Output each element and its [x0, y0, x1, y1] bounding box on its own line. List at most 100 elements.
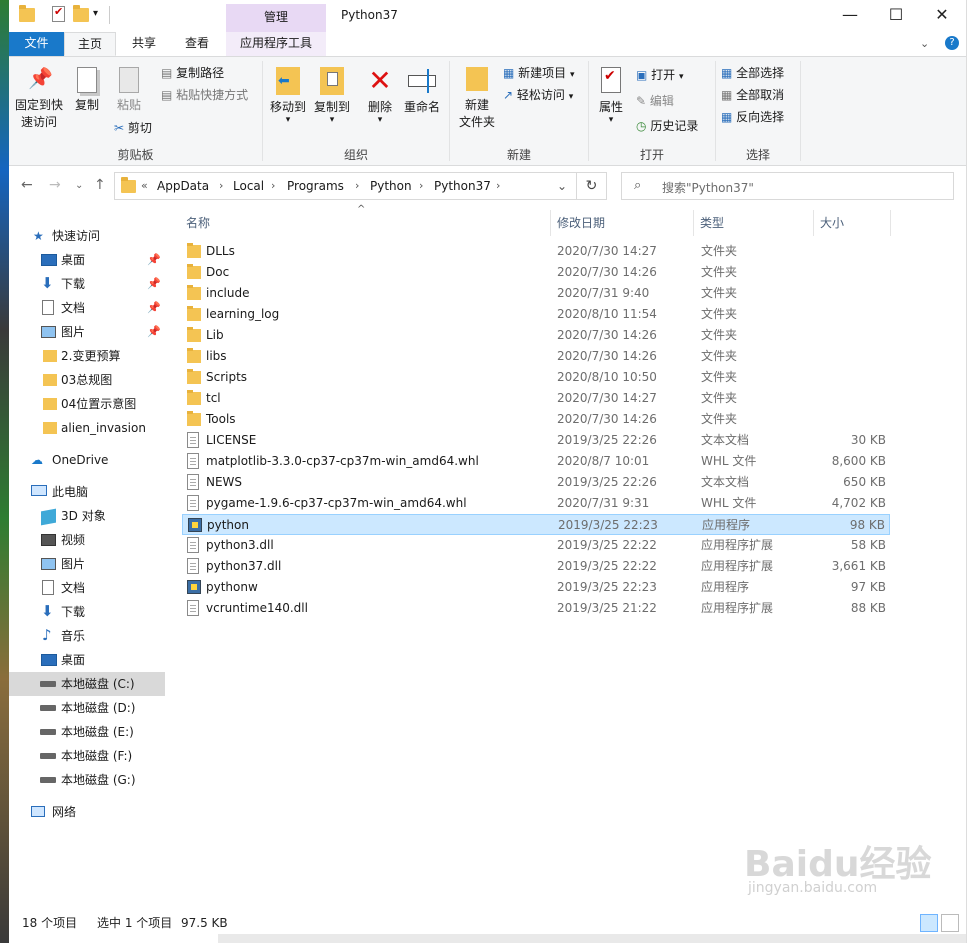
nav-pc-item[interactable]: 文档	[9, 576, 165, 600]
nav-quick-item[interactable]: 04位置示意图	[9, 392, 165, 416]
nav-pc-item[interactable]: ♪ 音乐	[9, 624, 165, 648]
nav-pc-item[interactable]: 本地磁盘 (C:)	[9, 672, 165, 696]
breadcrumb-programs[interactable]: Programs	[287, 179, 344, 193]
table-row[interactable]: include 2020/7/31 9:40 文件夹	[182, 283, 890, 304]
ribbon-collapse-icon[interactable]: ⌄	[920, 37, 929, 50]
paste-shortcut-button[interactable]: ▤ 粘贴快捷方式	[161, 87, 248, 103]
back-arrow-icon[interactable]: ←	[21, 177, 33, 193]
breadcrumb-separator-icon[interactable]: ›	[271, 179, 275, 192]
nav-pc-item[interactable]: 桌面	[9, 648, 165, 672]
column-header-size[interactable]: 大小	[820, 208, 844, 238]
table-row[interactable]: pythonw 2019/3/25 22:23 应用程序 97 KB	[182, 577, 890, 598]
tab-share[interactable]: 共享	[119, 32, 169, 56]
table-row[interactable]: python 2019/3/25 22:23 应用程序 98 KB	[182, 514, 890, 535]
nav-pc-item[interactable]: 3D 对象	[9, 504, 165, 528]
easy-access-button[interactable]: ↗ 轻松访问 ▾	[503, 87, 573, 105]
horizontal-scrollbar[interactable]	[218, 934, 966, 943]
breadcrumb-appdata[interactable]: AppData	[157, 179, 209, 193]
pin-icon[interactable]: 📌	[147, 248, 161, 272]
table-row[interactable]: DLLs 2020/7/30 14:27 文件夹	[182, 241, 890, 262]
tab-view[interactable]: 查看	[172, 32, 222, 56]
address-overflow[interactable]: «	[141, 179, 148, 192]
nav-quick-access[interactable]: ★ 快速访问	[9, 224, 165, 248]
nav-pc-item[interactable]: 图片	[9, 552, 165, 576]
breadcrumb-python[interactable]: Python	[370, 179, 412, 193]
maximize-button[interactable]: ☐	[873, 0, 919, 32]
column-divider[interactable]	[890, 210, 891, 236]
nav-onedrive[interactable]: ☁ OneDrive	[9, 448, 165, 472]
pin-icon[interactable]: 📌	[147, 296, 161, 320]
edit-button[interactable]: ✎ 编辑	[636, 93, 674, 109]
invert-selection-button[interactable]: ▦ 反向选择	[721, 109, 784, 125]
close-button[interactable]: ✕	[919, 0, 965, 32]
paste-button[interactable]: 粘贴	[111, 67, 147, 114]
tab-home[interactable]: 主页	[64, 32, 116, 56]
delete-button[interactable]: ✕ 删除 ▾	[363, 67, 397, 125]
new-folder-quick-icon[interactable]	[73, 5, 89, 22]
search-input[interactable]: ⌕ 搜索"Python37"	[621, 172, 954, 200]
cut-button[interactable]: ✂ 剪切	[114, 120, 152, 136]
table-row[interactable]: Lib 2020/7/30 14:26 文件夹	[182, 325, 890, 346]
column-divider[interactable]	[693, 210, 694, 236]
history-button[interactable]: ◷ 历史记录	[636, 118, 698, 134]
nav-quick-item[interactable]: 文档 📌	[9, 296, 165, 320]
nav-quick-item[interactable]: 03总规图	[9, 368, 165, 392]
copy-button[interactable]: 复制	[69, 67, 105, 114]
table-row[interactable]: matplotlib-3.3.0-cp37-cp37m-win_amd64.wh…	[182, 451, 890, 472]
nav-this-pc[interactable]: 此电脑	[9, 480, 165, 504]
new-folder-button[interactable]: 新建 文件夹	[453, 67, 501, 131]
breadcrumb-separator-icon[interactable]: ›	[419, 179, 423, 192]
rename-button[interactable]: 重命名	[401, 67, 443, 116]
column-header-type[interactable]: 类型	[700, 208, 724, 238]
nav-pc-item[interactable]: 视频	[9, 528, 165, 552]
details-view-icon[interactable]	[920, 914, 938, 932]
breadcrumb-local[interactable]: Local	[233, 179, 264, 193]
table-row[interactable]: python3.dll 2019/3/25 22:22 应用程序扩展 58 KB	[182, 535, 890, 556]
table-row[interactable]: tcl 2020/7/30 14:27 文件夹	[182, 388, 890, 409]
recent-locations-icon[interactable]: ⌄	[75, 180, 83, 191]
nav-quick-item[interactable]: ⬇ 下载 📌	[9, 272, 165, 296]
table-row[interactable]: pygame-1.9.6-cp37-cp37m-win_amd64.whl 202…	[182, 493, 890, 514]
nav-pc-item[interactable]: ⬇ 下载	[9, 600, 165, 624]
open-button[interactable]: ▣ 打开 ▾	[636, 67, 684, 85]
help-icon[interactable]: ?	[945, 36, 959, 50]
address-bar[interactable]: « AppData › Local › Programs › Python › …	[114, 172, 577, 200]
new-item-button[interactable]: ▦ 新建项目 ▾	[503, 65, 575, 83]
breadcrumb-python37[interactable]: Python37	[434, 179, 491, 193]
table-row[interactable]: learning_log 2020/8/10 11:54 文件夹	[182, 304, 890, 325]
column-divider[interactable]	[550, 210, 551, 236]
pin-quick-access-button[interactable]: 📌 固定到快 速访问	[15, 67, 63, 131]
forward-arrow-icon[interactable]: →	[49, 177, 61, 193]
nav-network[interactable]: 网络	[9, 800, 165, 824]
properties-quick-icon[interactable]	[52, 5, 65, 22]
table-row[interactable]: LICENSE 2019/3/25 22:26 文本文档 30 KB	[182, 430, 890, 451]
copy-to-button[interactable]: 复制到 ▾	[311, 67, 353, 125]
pin-icon[interactable]: 📌	[147, 272, 161, 296]
column-header-name[interactable]: 名称	[186, 208, 210, 238]
breadcrumb-separator-icon[interactable]: ›	[496, 179, 500, 192]
nav-quick-item[interactable]: 桌面 📌	[9, 248, 165, 272]
table-row[interactable]: Doc 2020/7/30 14:26 文件夹	[182, 262, 890, 283]
table-row[interactable]: NEWS 2019/3/25 22:26 文本文档 650 KB	[182, 472, 890, 493]
qat-dropdown-icon[interactable]: ▾	[93, 8, 98, 19]
column-header-date[interactable]: 修改日期	[557, 208, 605, 238]
address-dropdown-icon[interactable]: ⌄	[557, 179, 567, 193]
pin-icon[interactable]: 📌	[147, 320, 161, 344]
large-icons-view-icon[interactable]	[941, 914, 959, 932]
table-row[interactable]: vcruntime140.dll 2019/3/25 21:22 应用程序扩展 88 …	[182, 598, 890, 619]
tab-app-tools[interactable]: 应用程序工具	[226, 32, 326, 56]
copy-path-button[interactable]: ▤ 复制路径	[161, 65, 224, 81]
move-to-button[interactable]: ⬅ 移动到 ▾	[267, 67, 309, 125]
nav-pc-item[interactable]: 本地磁盘 (D:)	[9, 696, 165, 720]
nav-quick-item[interactable]: 2.变更预算	[9, 344, 165, 368]
breadcrumb-separator-icon[interactable]: ›	[219, 179, 223, 192]
nav-pc-item[interactable]: 本地磁盘 (F:)	[9, 744, 165, 768]
table-row[interactable]: python37.dll 2019/3/25 22:22 应用程序扩展 3,661 K…	[182, 556, 890, 577]
tab-file[interactable]: 文件	[9, 32, 64, 56]
nav-pc-item[interactable]: 本地磁盘 (G:)	[9, 768, 165, 792]
breadcrumb-separator-icon[interactable]: ›	[355, 179, 359, 192]
table-row[interactable]: libs 2020/7/30 14:26 文件夹	[182, 346, 890, 367]
nav-quick-item[interactable]: alien_invasion	[9, 416, 165, 440]
table-row[interactable]: Scripts 2020/8/10 10:50 文件夹	[182, 367, 890, 388]
select-all-button[interactable]: ▦ 全部选择	[721, 65, 784, 81]
